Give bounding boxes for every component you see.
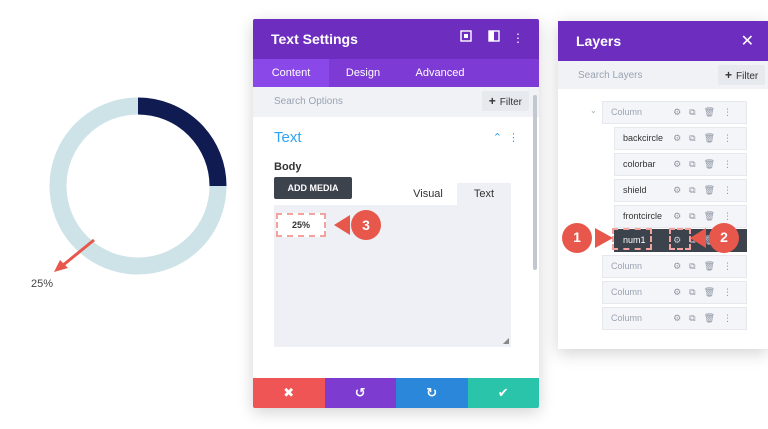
body-text-editor[interactable]: 25% ◢: [274, 205, 511, 347]
layer-row-actions[interactable]: ⚙⧉🗑⋮: [673, 282, 740, 303]
modal-header: Text Settings ⋮: [253, 19, 539, 59]
section-title[interactable]: Text: [274, 129, 302, 146]
close-icon[interactable]: ✕: [741, 31, 754, 51]
cancel-button[interactable]: ✖: [253, 378, 325, 408]
more-vertical-icon[interactable]: ⋮: [508, 132, 525, 144]
chevron-down-icon[interactable]: ⌄: [590, 106, 597, 115]
layers-search[interactable]: Search Layers + Filter: [558, 61, 768, 89]
layer-row-actions[interactable]: ⚙⧉🗑⋮: [673, 154, 740, 175]
save-button[interactable]: ✔: [467, 378, 539, 408]
undo-button[interactable]: ↺: [324, 378, 396, 408]
layers-filter-button[interactable]: + Filter: [718, 65, 766, 85]
layer-row-column[interactable]: Column ⚙⧉🗑⋮: [602, 101, 747, 124]
close-icon: ✖: [283, 385, 295, 400]
split-view-icon[interactable]: [485, 29, 503, 47]
editor-tab-text[interactable]: Text: [457, 183, 511, 205]
layer-row-label: colorbar: [623, 159, 656, 169]
options-filter-label: Filter: [499, 97, 522, 108]
options-filter-button[interactable]: + Filter: [481, 91, 529, 111]
layer-row-actions[interactable]: ⚙⧉🗑⋮: [673, 180, 740, 201]
add-media-button[interactable]: ADD MEDIA: [274, 177, 352, 199]
layer-row-label: Column: [611, 261, 643, 271]
layer-row-column[interactable]: Column ⚙⧉🗑⋮: [602, 255, 747, 278]
layer-row-label: shield: [623, 185, 647, 195]
layer-row-actions[interactable]: ⚙⧉🗑⋮: [673, 308, 740, 329]
layer-row-backcircle[interactable]: backcircle ⚙⧉🗑⋮: [614, 127, 747, 150]
editor-tab-visual[interactable]: Visual: [399, 183, 457, 205]
plus-icon: +: [488, 94, 496, 108]
tab-content[interactable]: Content: [253, 59, 329, 87]
layer-row-colorbar[interactable]: colorbar ⚙⧉🗑⋮: [614, 153, 747, 176]
layer-row-label: frontcircle: [623, 211, 663, 221]
chevron-up-icon[interactable]: ⌃: [493, 132, 508, 144]
section-toggle-icons[interactable]: ⌃⋮: [493, 131, 525, 144]
layer-row-actions[interactable]: ⚙⧉🗑⋮: [673, 102, 740, 123]
layers-title: Layers: [576, 33, 622, 49]
redo-button[interactable]: ↻: [396, 378, 468, 408]
options-search[interactable]: Search Options + Filter: [253, 87, 539, 117]
layer-row-column[interactable]: Column ⚙⧉🗑⋮: [602, 281, 747, 304]
layer-row-actions[interactable]: ⚙⧉🗑⋮: [673, 128, 740, 149]
tab-advanced[interactable]: Advanced: [397, 59, 483, 87]
plus-icon: +: [725, 68, 733, 82]
modal-footer: ✖ ↺ ↻ ✔: [253, 378, 539, 408]
tab-design[interactable]: Design: [329, 59, 397, 87]
layer-row-label: Column: [611, 107, 643, 117]
layers-header: Layers ✕: [558, 21, 768, 61]
callout-1-number: 1: [573, 229, 581, 245]
text-settings-modal: Text Settings ⋮ Content Design Advanced …: [253, 19, 539, 408]
redo-icon: ↻: [426, 385, 438, 400]
modal-title: Text Settings: [271, 31, 358, 47]
gear-highlight: [669, 228, 691, 250]
donut-value-label: 25%: [31, 278, 54, 290]
settings-tabs: Content Design Advanced: [253, 59, 539, 87]
layer-row-shield[interactable]: shield ⚙⧉🗑⋮: [614, 179, 747, 202]
more-vertical-icon[interactable]: ⋮: [509, 29, 527, 47]
layer-row-column[interactable]: Column ⚙⧉🗑⋮: [602, 307, 747, 330]
callout-2-number: 2: [720, 229, 728, 245]
layers-panel: Layers ✕ Search Layers + Filter ⌄ Column …: [558, 21, 768, 349]
body-label: Body: [274, 161, 302, 173]
undo-icon: ↺: [354, 385, 366, 400]
layer-row-label: backcircle: [623, 133, 664, 143]
fullscreen-icon[interactable]: [457, 29, 475, 47]
layer-row-actions[interactable]: ⚙⧉🗑⋮: [673, 256, 740, 277]
num1-highlight: [612, 228, 652, 250]
layers-filter-label: Filter: [736, 71, 759, 82]
callout-3-number: 3: [362, 217, 370, 233]
check-icon: ✔: [497, 385, 509, 400]
layer-row-label: Column: [611, 287, 643, 297]
layers-search-placeholder: Search Layers: [578, 70, 643, 81]
layer-row-label: Column: [611, 313, 643, 323]
resize-handle-icon[interactable]: ◢: [503, 336, 509, 345]
editor-content-value[interactable]: 25%: [276, 213, 326, 237]
modal-scrollbar[interactable]: [533, 95, 537, 270]
pointer-arrow: [54, 238, 95, 272]
options-search-placeholder: Search Options: [274, 96, 343, 107]
